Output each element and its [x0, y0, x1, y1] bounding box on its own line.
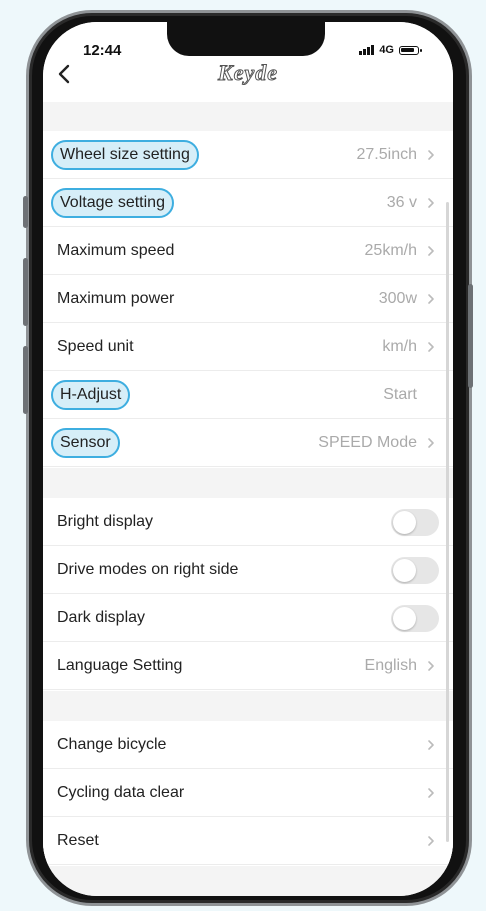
- notch: [167, 22, 325, 56]
- chevron-right-icon: [428, 788, 434, 798]
- battery-icon: [399, 45, 422, 55]
- chevron-right-icon: [428, 342, 434, 352]
- settings-row-maximum-power[interactable]: Maximum power 300w: [43, 275, 453, 323]
- settings-row-label: H-Adjust: [51, 380, 131, 410]
- settings-row-h-adjust[interactable]: H-Adjust Start: [43, 371, 453, 419]
- settings-row-voltage-setting[interactable]: Voltage setting 36 v: [43, 179, 453, 227]
- phone-mute-switch: [23, 196, 28, 228]
- settings-row-value: SPEED Mode: [318, 434, 417, 451]
- settings-row-speed-unit[interactable]: Speed unit km/h: [43, 323, 453, 371]
- toggle-knob: [393, 511, 416, 534]
- settings-content: Wheel size setting 27.5inch Voltage settin…: [43, 102, 453, 896]
- settings-row-value: 27.5inch: [356, 146, 418, 163]
- scrollbar[interactable]: [446, 202, 449, 842]
- settings-row-sensor[interactable]: Sensor SPEED Mode: [43, 419, 453, 467]
- phone-volume-down-button: [23, 346, 28, 414]
- settings-group-bike: Wheel size setting 27.5inch Voltage settin…: [43, 131, 453, 468]
- settings-row-wheel-size-setting[interactable]: Wheel size setting 27.5inch: [43, 131, 453, 179]
- settings-row-label: Dark display: [57, 609, 146, 626]
- settings-row-reset[interactable]: Reset: [43, 817, 453, 865]
- toggle-switch[interactable]: [391, 557, 439, 584]
- settings-row-label: Voltage setting: [51, 188, 174, 218]
- phone-volume-up-button: [23, 258, 28, 326]
- settings-group-actions: Change bicycle Cycling data clear Reset: [43, 721, 453, 866]
- settings-group-display: Bright display Drive modes on right side D…: [43, 498, 453, 691]
- app-screen: 12:44 4G Keyde Wheel size setting 27.5inc…: [43, 22, 453, 896]
- settings-row-bright-display[interactable]: Bright display: [43, 498, 453, 546]
- status-indicators: 4G: [359, 44, 422, 56]
- toggle-knob: [393, 559, 416, 582]
- settings-row-label: Cycling data clear: [57, 784, 185, 801]
- chevron-right-icon: [428, 150, 434, 160]
- settings-row-label: Bright display: [57, 513, 154, 530]
- settings-row-maximum-speed[interactable]: Maximum speed 25km/h: [43, 227, 453, 275]
- page-title: Keyde: [218, 60, 278, 86]
- settings-row-change-bicycle[interactable]: Change bicycle: [43, 721, 453, 769]
- toggle-switch[interactable]: [391, 605, 439, 632]
- settings-row-label: Wheel size setting: [51, 140, 199, 170]
- settings-row-label: Change bicycle: [57, 736, 167, 753]
- settings-row-value: 36 v: [386, 194, 417, 211]
- phone-power-button: [468, 284, 473, 388]
- chevron-right-icon: [428, 246, 434, 256]
- chevron-right-icon: [428, 836, 434, 846]
- settings-row-label: Speed unit: [57, 338, 134, 355]
- toggle-switch[interactable]: [391, 509, 439, 536]
- settings-row-label: Maximum speed: [57, 242, 175, 259]
- settings-row-cycling-data-clear[interactable]: Cycling data clear: [43, 769, 453, 817]
- settings-row-label: Reset: [57, 832, 99, 849]
- chevron-right-icon: [428, 198, 434, 208]
- settings-row-label: Language Setting: [57, 657, 183, 674]
- settings-row-label: Drive modes on right side: [57, 561, 239, 578]
- settings-row-language-setting[interactable]: Language Setting English: [43, 642, 453, 690]
- settings-row-dark-display[interactable]: Dark display: [43, 594, 453, 642]
- settings-row-value: 25km/h: [364, 242, 417, 259]
- settings-row-label: Sensor: [51, 428, 120, 458]
- settings-row-value: 300w: [378, 290, 417, 307]
- chevron-right-icon: [428, 740, 434, 750]
- chevron-right-icon: [428, 294, 434, 304]
- settings-row-value: English: [364, 657, 417, 674]
- toggle-knob: [393, 607, 416, 630]
- settings-row-drive-modes-on-right-side[interactable]: Drive modes on right side: [43, 546, 453, 594]
- chevron-right-icon: [428, 661, 434, 671]
- network-label: 4G: [379, 44, 394, 56]
- signal-icon: [359, 45, 375, 55]
- settings-row-value: Start: [383, 386, 417, 403]
- settings-row-value: km/h: [382, 338, 417, 355]
- settings-row-label: Maximum power: [57, 290, 175, 307]
- chevron-right-icon: [428, 438, 434, 448]
- status-time: 12:44: [83, 42, 122, 59]
